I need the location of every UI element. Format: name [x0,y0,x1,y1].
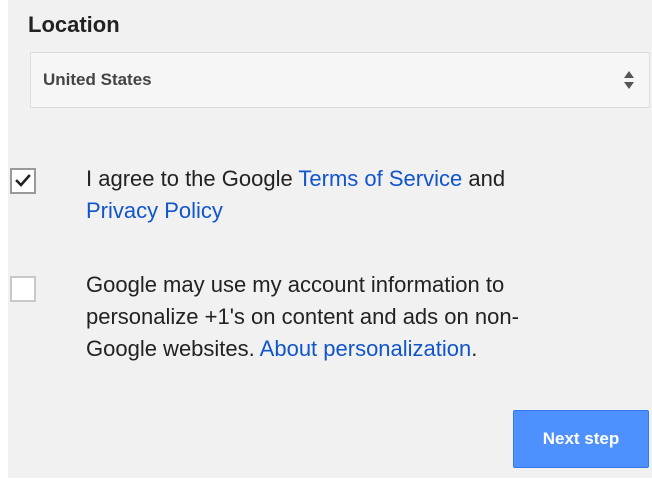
terms-text-prefix: I agree to the Google [86,166,299,191]
terms-text: I agree to the Google Terms of Service a… [86,163,646,227]
terms-of-service-link[interactable]: Terms of Service [298,166,462,191]
personalization-line-1: Google may use my account information to [86,272,505,297]
location-selected-value: United States [43,70,152,89]
personalization-checkbox[interactable] [10,276,36,302]
terms-text-and: and [462,166,506,191]
privacy-policy-link[interactable]: Privacy Policy [86,198,223,223]
personalization-period: . [471,336,478,361]
personalization-line-3: Google websites. [86,336,260,361]
checkmark-icon [15,174,31,187]
personalization-text: Google may use my account information to… [86,269,646,365]
location-select[interactable]: United States [30,52,650,108]
personalization-line-2: personalize +1's on content and ads on n… [86,304,519,329]
terms-checkbox[interactable] [10,168,36,194]
location-label: Location [28,12,120,37]
signup-form-panel: Location United States I agree to the Go… [8,0,652,478]
about-personalization-link[interactable]: About personalization [260,336,472,361]
updown-arrows-icon [624,71,634,89]
next-step-button[interactable]: Next step [513,410,649,468]
signup-page: Location United States I agree to the Go… [0,0,652,487]
